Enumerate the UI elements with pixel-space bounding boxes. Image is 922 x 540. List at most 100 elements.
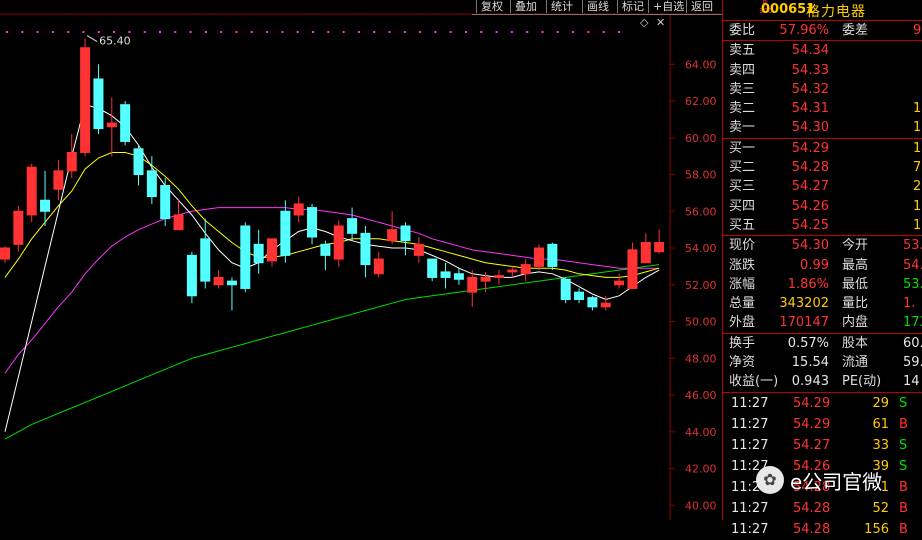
ask-book: 卖五 54.34 卖四 54.33 卖三 54.32 卖二 54.31 1 卖一 54.30 1 xyxy=(723,41,922,137)
stat-label: 总量 xyxy=(729,296,756,312)
tick-volume: 29 xyxy=(872,395,889,411)
level-label: 卖四 xyxy=(729,62,756,78)
level-label: 买一 xyxy=(729,140,756,156)
y-tick-label: 60.00 xyxy=(685,132,717,145)
dotted-marker xyxy=(296,31,299,33)
candle-body xyxy=(146,170,157,198)
back-button[interactable]: 返回 xyxy=(686,0,717,13)
y-tick-label: 54.00 xyxy=(685,242,717,255)
kline-chart[interactable]: 64.00 62.00 60.00 58.00 56.00 54.00 52.00 50.00… xyxy=(0,0,722,520)
stat-label: 涨幅 xyxy=(729,276,756,292)
tick-row: 11:27 54.29 29 S xyxy=(723,393,922,414)
candle-body xyxy=(293,203,304,216)
ask-row[interactable]: 卖一 54.30 1 xyxy=(723,118,922,137)
y-tick-label: 52.00 xyxy=(685,279,717,292)
bid-row[interactable]: 买一 54.29 1 xyxy=(723,139,922,158)
fund-label: PE(动) xyxy=(842,374,882,390)
stat-label: 涨跌 xyxy=(729,257,756,273)
level-price: 54.28 xyxy=(791,160,829,176)
add-watchlist-button[interactable]: +自选 xyxy=(648,0,689,13)
candle-body xyxy=(493,275,504,278)
dotted-marker xyxy=(204,31,207,33)
weibi-label: 委比 xyxy=(729,23,756,38)
candle-body xyxy=(574,291,585,300)
dotted-marker xyxy=(235,31,238,33)
bid-row[interactable]: 买五 54.25 1 xyxy=(723,216,922,235)
dotted-marker xyxy=(434,31,437,33)
dotted-marker xyxy=(526,31,529,33)
ask-row[interactable]: 卖二 54.31 1 xyxy=(723,99,922,118)
statistics-button[interactable]: 统计 xyxy=(546,0,577,13)
candle-body xyxy=(267,238,277,262)
level-price: 54.30 xyxy=(791,120,829,136)
y-tick-label: 62.00 xyxy=(685,95,717,108)
fund-value: 0.57% xyxy=(787,335,829,351)
stat-value: 343202 xyxy=(779,296,829,312)
level-volume: 1 xyxy=(913,140,922,156)
candle-body xyxy=(480,276,491,282)
weibi-value: 57.96% xyxy=(779,23,829,38)
draw-line-button[interactable]: 画线 xyxy=(582,0,613,13)
dotted-marker xyxy=(388,31,391,33)
candle-body xyxy=(654,242,665,253)
weicha-value: 9 xyxy=(913,23,922,38)
dotted-marker xyxy=(541,31,544,33)
stat-label: 今开 xyxy=(842,238,869,254)
fund-label: 收益(一) xyxy=(729,374,779,390)
mark-button[interactable]: 标记 xyxy=(617,0,648,13)
candle-body xyxy=(307,207,318,238)
stock-header: R 300 000651 格力电器 xyxy=(723,0,922,21)
dotted-marker xyxy=(342,31,345,33)
dotted-marker xyxy=(495,31,498,33)
dotted-marker xyxy=(36,31,39,33)
candle-body xyxy=(547,243,558,267)
candle-body xyxy=(133,148,144,176)
candle-body xyxy=(226,280,237,286)
high-price-label: 65.40 xyxy=(99,35,131,48)
diamond-icon[interactable]: ◇ xyxy=(640,16,648,29)
level-price: 54.33 xyxy=(791,62,829,78)
tick-side: S xyxy=(899,395,908,411)
y-tick-label: 40.00 xyxy=(685,499,717,512)
candle-body xyxy=(280,210,291,256)
bid-row[interactable]: 买三 54.27 2 xyxy=(723,177,922,196)
dotted-marker xyxy=(6,31,8,33)
dotted-marker xyxy=(480,31,483,33)
ask-row[interactable]: 卖四 54.33 xyxy=(723,61,922,80)
candle-body xyxy=(186,254,197,297)
dotted-marker xyxy=(159,31,161,33)
tick-price: 54.29 xyxy=(793,395,831,411)
level-label: 卖五 xyxy=(729,43,756,59)
candle-body xyxy=(467,276,478,293)
level-price: 54.25 xyxy=(791,217,829,233)
stat-value: 170147 xyxy=(779,315,829,331)
tick-price: 54.29 xyxy=(793,416,831,432)
fuquan-button[interactable]: 复权 xyxy=(476,0,507,13)
ask-row[interactable]: 卖三 54.32 xyxy=(723,80,922,99)
fundamental-row: 收益(一) 0.943 PE(动) 14 xyxy=(723,372,922,391)
dotted-marker xyxy=(510,31,513,33)
chart-toolbar: 复权 叠加 统计 画线 标记 +自选 返回 xyxy=(472,0,722,15)
close-icon[interactable]: ✕ xyxy=(656,16,665,29)
fundamental-row: 换手 0.57% 股本 60.2 xyxy=(723,334,922,353)
level-volume: 7 xyxy=(913,160,922,176)
y-tick-label: 58.00 xyxy=(685,169,717,182)
level-price: 54.32 xyxy=(791,81,829,97)
dotted-marker xyxy=(51,31,54,33)
dotted-marker xyxy=(312,31,314,33)
ask-row[interactable]: 卖五 54.34 xyxy=(723,41,922,60)
overlay-button[interactable]: 叠加 xyxy=(510,0,541,13)
candle-body xyxy=(40,199,51,212)
tick-volume: 61 xyxy=(872,416,889,432)
candle-body xyxy=(320,243,331,256)
tick-volume: 156 xyxy=(864,521,889,537)
candle-body xyxy=(240,225,251,289)
dotted-marker xyxy=(403,31,406,33)
quote-row: 涨跌 0.99 最高 54. xyxy=(723,256,922,275)
tick-time: 11:27 xyxy=(731,395,769,411)
y-tick-label: 50.00 xyxy=(685,316,717,329)
tick-price: 54.28 xyxy=(793,500,831,516)
bid-row[interactable]: 买四 54.26 1 xyxy=(723,197,922,216)
bid-row[interactable]: 买二 54.28 7 xyxy=(723,158,922,177)
candle-body xyxy=(0,247,10,260)
